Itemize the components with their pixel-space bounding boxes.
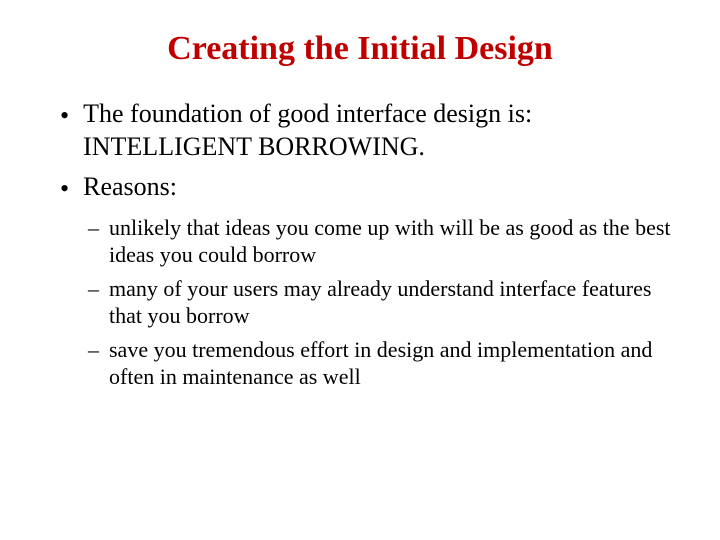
main-bullet-list: • The foundation of good interface desig… xyxy=(40,98,680,206)
bullet-text: Reasons: xyxy=(83,171,680,204)
sub-bullet-marker: – xyxy=(88,275,99,303)
bullet-item: • The foundation of good interface desig… xyxy=(60,98,680,163)
sub-bullet-text: many of your users may already understan… xyxy=(109,275,680,330)
sub-bullet-list: – unlikely that ideas you come up with w… xyxy=(40,214,680,391)
slide-container: Creating the Initial Design • The founda… xyxy=(0,0,720,540)
bullet-marker: • xyxy=(60,173,69,206)
bullet-marker: • xyxy=(60,100,69,133)
sub-bullet-item: – save you tremendous effort in design a… xyxy=(88,336,680,391)
sub-bullet-item: – many of your users may already underst… xyxy=(88,275,680,330)
sub-bullet-text: unlikely that ideas you come up with wil… xyxy=(109,214,680,269)
sub-bullet-item: – unlikely that ideas you come up with w… xyxy=(88,214,680,269)
bullet-item: • Reasons: xyxy=(60,171,680,206)
bullet-text: The foundation of good interface design … xyxy=(83,98,680,163)
sub-bullet-marker: – xyxy=(88,214,99,242)
sub-bullet-marker: – xyxy=(88,336,99,364)
sub-bullet-text: save you tremendous effort in design and… xyxy=(109,336,680,391)
slide-title: Creating the Initial Design xyxy=(40,30,680,68)
